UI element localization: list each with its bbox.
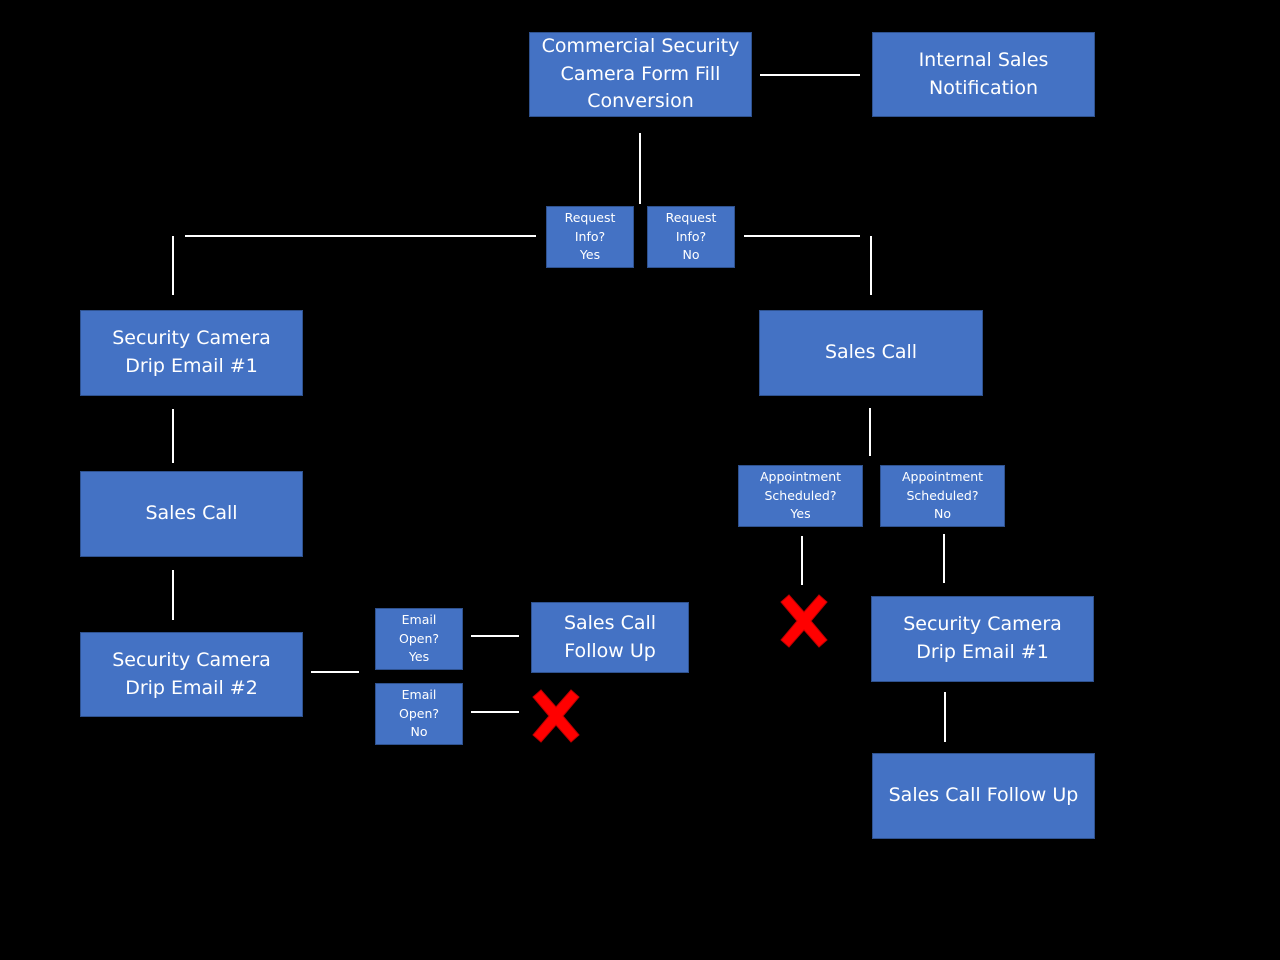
request-info-yes-node: Request Info? Yes xyxy=(546,206,634,268)
connector xyxy=(744,235,860,237)
request-info-no-node: Request Info? No xyxy=(647,206,735,268)
connector xyxy=(172,570,174,620)
connector xyxy=(801,536,803,585)
email-open-yes-node: Email Open? Yes xyxy=(375,608,463,670)
connector xyxy=(760,74,860,76)
right-sales-call-follow-up-node: Sales Call Follow Up xyxy=(872,753,1095,839)
connector xyxy=(870,236,872,295)
right-drip-email-1-node: Security Camera Drip Email #1 xyxy=(871,596,1094,682)
connector xyxy=(172,236,174,295)
connector xyxy=(185,235,536,237)
connector xyxy=(311,671,359,673)
email-open-no-node: Email Open? No xyxy=(375,683,463,745)
red-x-icon xyxy=(780,594,828,648)
left-drip-email-1-node: Security Camera Drip Email #1 xyxy=(80,310,303,396)
appointment-yes-node: Appointment Scheduled? Yes xyxy=(738,465,863,527)
appointment-no-node: Appointment Scheduled? No xyxy=(880,465,1005,527)
connector xyxy=(471,711,519,713)
left-sales-call-node: Sales Call xyxy=(80,471,303,557)
connector xyxy=(639,133,641,204)
mid-sales-call-follow-up-node: Sales Call Follow Up xyxy=(531,602,689,673)
connector xyxy=(869,408,871,456)
left-drip-email-2-node: Security Camera Drip Email #2 xyxy=(80,632,303,717)
connector xyxy=(471,635,519,637)
red-x-icon xyxy=(532,689,580,743)
flowchart-canvas: Commercial Security Camera Form Fill Con… xyxy=(0,0,1280,960)
connector xyxy=(943,534,945,583)
connector xyxy=(172,409,174,463)
internal-sales-notification-node: Internal Sales Notification xyxy=(872,32,1095,117)
right-sales-call-node: Sales Call xyxy=(759,310,983,396)
form-fill-conversion-node: Commercial Security Camera Form Fill Con… xyxy=(529,32,752,117)
connector xyxy=(944,692,946,742)
